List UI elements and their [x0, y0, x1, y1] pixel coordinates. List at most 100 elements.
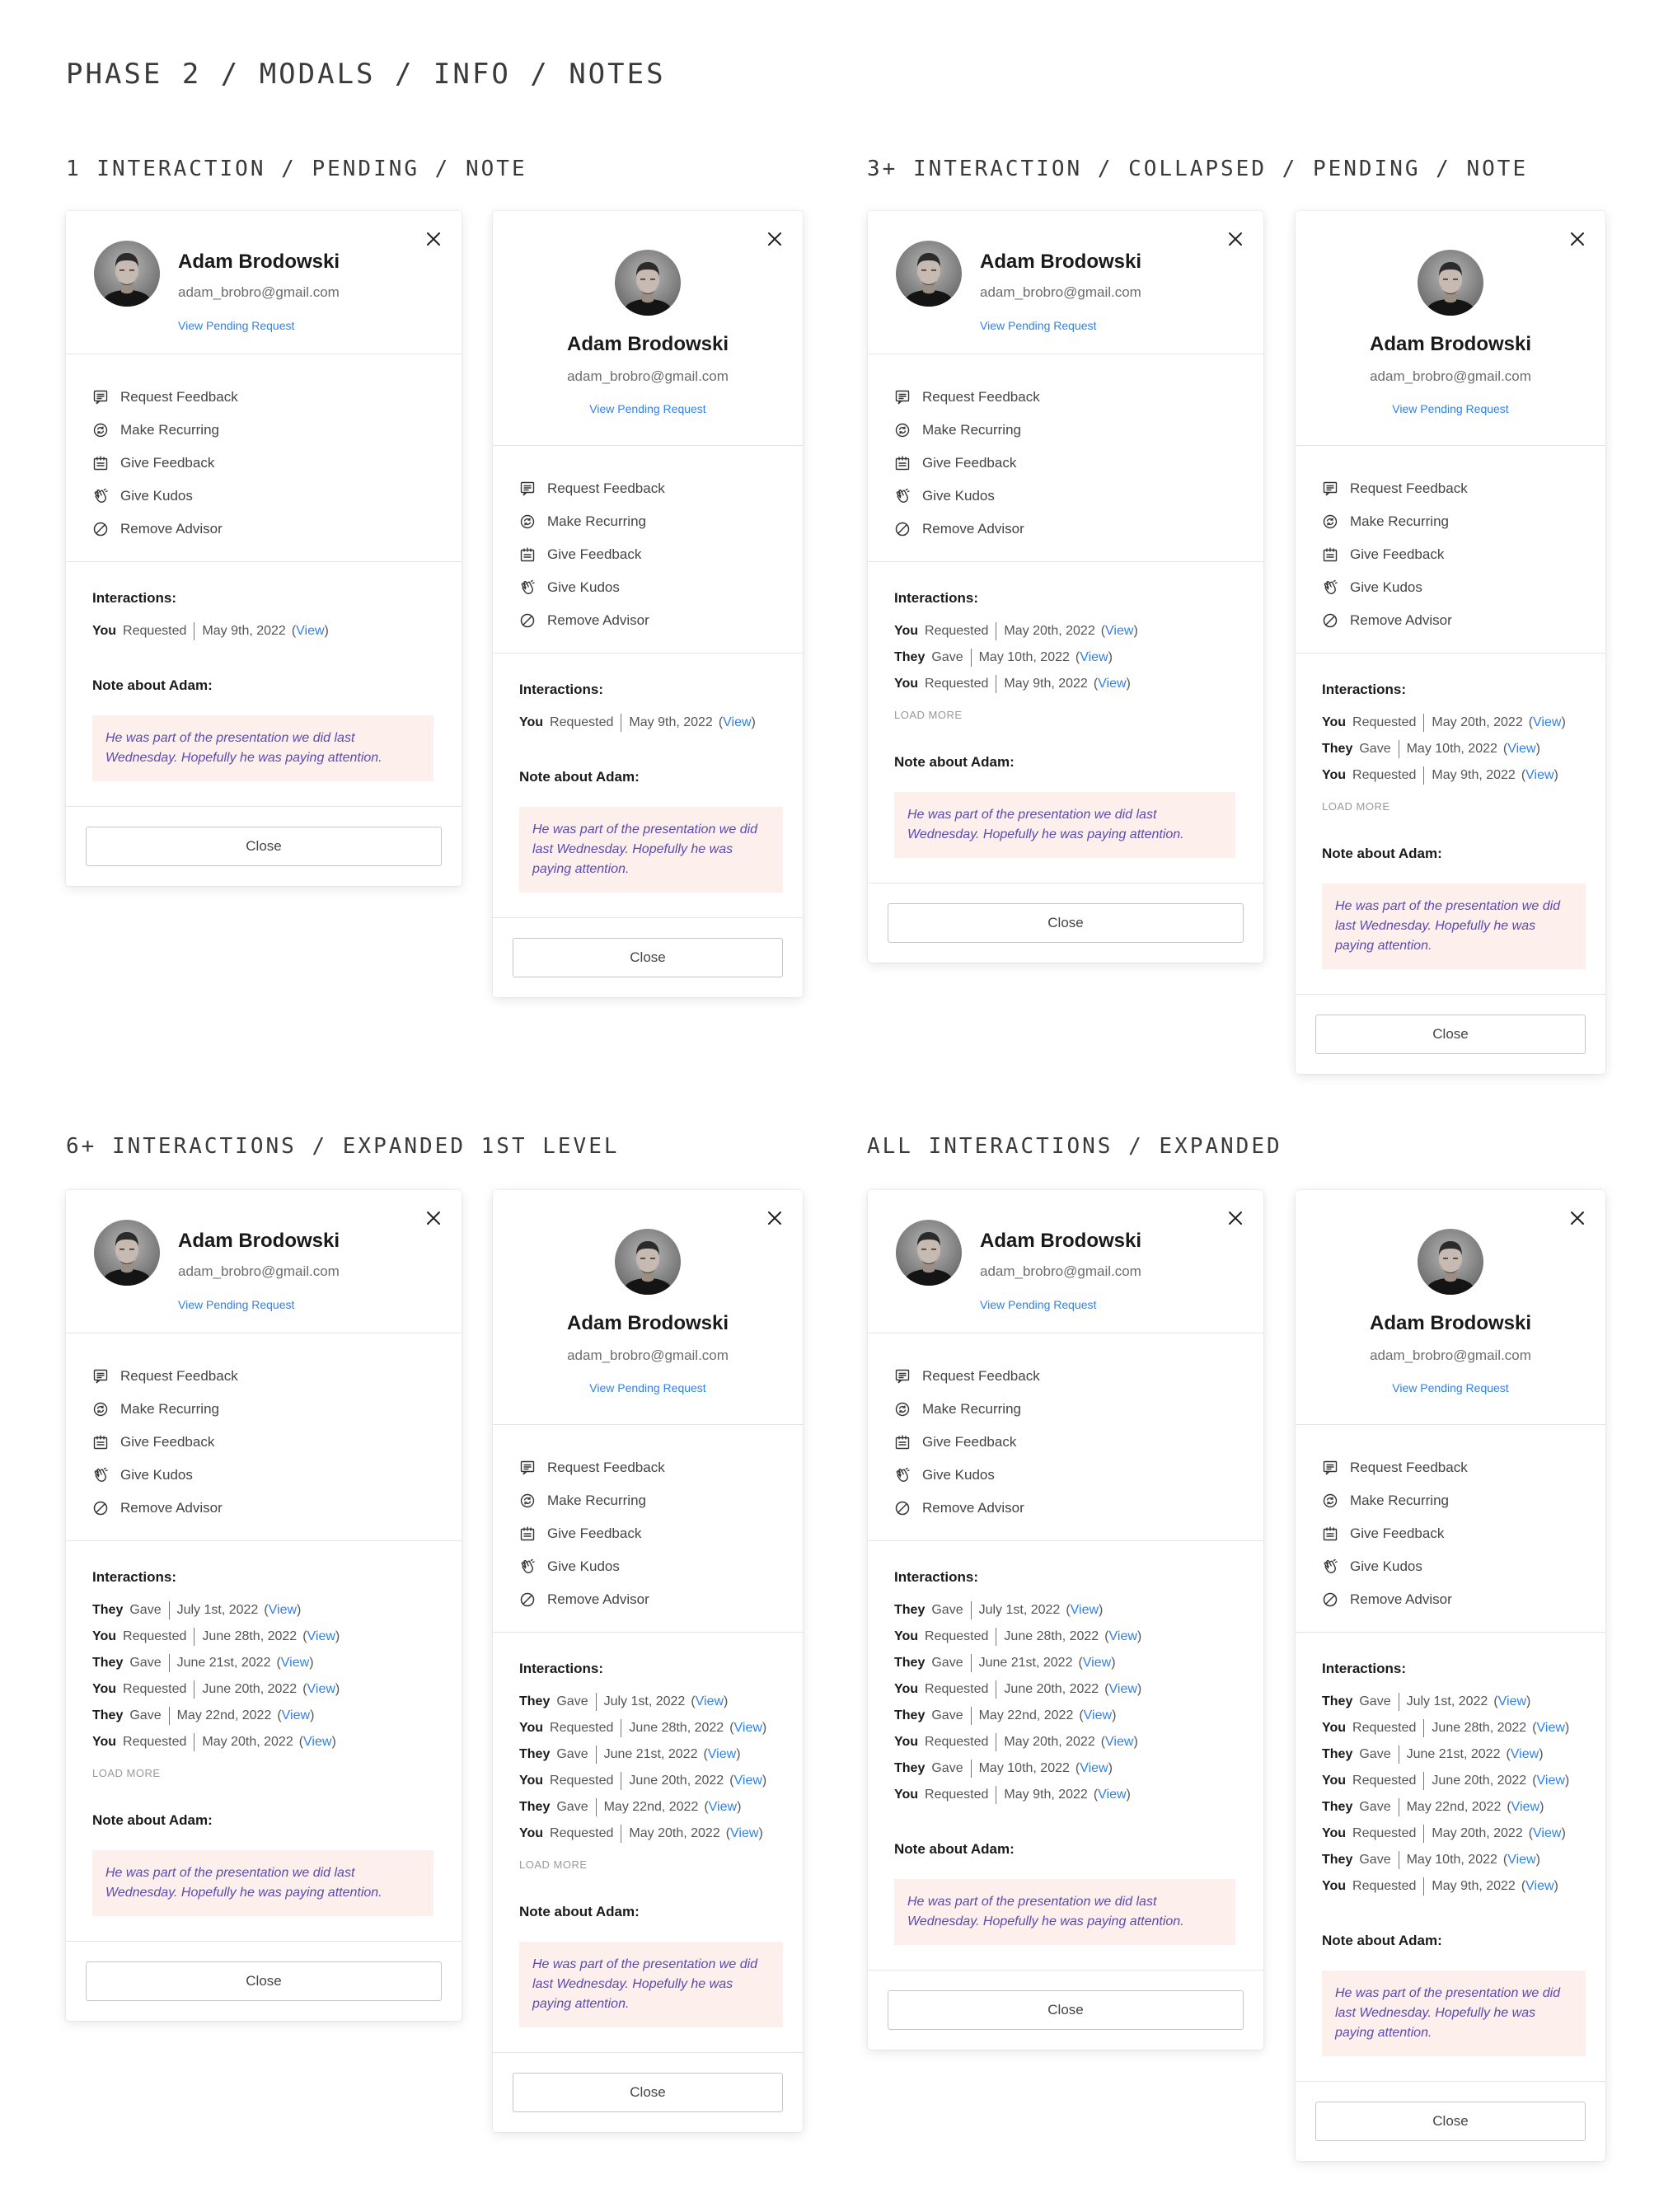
view-interaction-link[interactable]: (View) [264, 1603, 301, 1617]
view-interaction-link[interactable]: (View) [1532, 1721, 1569, 1735]
view-interaction-link[interactable]: (View) [729, 1721, 766, 1735]
action-item[interactable]: Request Feedback [519, 1451, 803, 1484]
action-item[interactable]: Make Recurring [92, 414, 462, 447]
action-item[interactable]: Give Feedback [1322, 538, 1605, 571]
action-item[interactable]: Give Kudos [92, 480, 462, 513]
action-item[interactable]: Give Feedback [894, 447, 1263, 480]
action-item[interactable]: Remove Advisor [92, 1492, 462, 1525]
view-pending-request-link[interactable]: View Pending Request [980, 319, 1141, 332]
action-item[interactable]: Give Kudos [519, 571, 803, 604]
view-interaction-link[interactable]: (View) [1503, 742, 1540, 756]
view-interaction-link[interactable]: (View) [726, 1826, 763, 1840]
action-item[interactable]: Make Recurring [1322, 1484, 1605, 1517]
close-icon[interactable] [765, 1208, 785, 1228]
view-pending-request-link[interactable]: View Pending Request [178, 319, 340, 332]
view-interaction-link[interactable]: (View) [704, 1800, 741, 1814]
action-item[interactable]: Give Kudos [1322, 1550, 1605, 1583]
view-interaction-link[interactable]: (View) [276, 1656, 313, 1670]
action-item[interactable]: Remove Advisor [519, 1583, 803, 1616]
view-interaction-link[interactable]: (View) [299, 1735, 336, 1749]
action-item[interactable]: Remove Advisor [1322, 604, 1605, 637]
view-interaction-link[interactable]: (View) [691, 1694, 728, 1708]
view-interaction-link[interactable]: (View) [729, 1774, 766, 1788]
action-item[interactable]: Request Feedback [92, 1360, 462, 1393]
view-interaction-link[interactable]: (View) [1076, 1761, 1113, 1775]
view-interaction-link[interactable]: (View) [1507, 1800, 1544, 1814]
view-interaction-link[interactable]: (View) [1094, 1788, 1131, 1802]
view-interaction-link[interactable]: (View) [1503, 1853, 1540, 1867]
view-pending-request-link[interactable]: View Pending Request [1296, 402, 1605, 415]
close-icon[interactable] [1568, 1208, 1587, 1228]
action-item[interactable]: Give Feedback [92, 447, 462, 480]
view-interaction-link[interactable]: (View) [1521, 768, 1558, 782]
action-item[interactable]: Make Recurring [519, 1484, 803, 1517]
view-interaction-link[interactable]: (View) [1532, 1774, 1569, 1788]
action-item[interactable]: Remove Advisor [894, 1492, 1263, 1525]
action-item[interactable]: Give Feedback [519, 1517, 803, 1550]
view-interaction-link[interactable]: (View) [1078, 1656, 1115, 1670]
action-item[interactable]: Make Recurring [519, 505, 803, 538]
close-icon[interactable] [1568, 229, 1587, 249]
view-pending-request-link[interactable]: View Pending Request [980, 1298, 1141, 1311]
close-button[interactable]: Close [86, 827, 442, 866]
view-interaction-link[interactable]: (View) [1493, 1694, 1530, 1708]
action-item[interactable]: Give Feedback [1322, 1517, 1605, 1550]
view-interaction-link[interactable]: (View) [1079, 1708, 1116, 1722]
close-button[interactable]: Close [513, 938, 783, 977]
action-item[interactable]: Remove Advisor [1322, 1583, 1605, 1616]
action-item[interactable]: Request Feedback [894, 381, 1263, 414]
action-item[interactable]: Remove Advisor [519, 604, 803, 637]
view-interaction-link[interactable]: (View) [1529, 1826, 1566, 1840]
close-button[interactable]: Close [513, 2073, 783, 2112]
action-item[interactable]: Request Feedback [1322, 472, 1605, 505]
view-interaction-link[interactable]: (View) [277, 1708, 314, 1722]
action-item[interactable]: Give Kudos [519, 1550, 803, 1583]
load-more-link[interactable]: LOAD MORE [519, 1858, 783, 1871]
view-pending-request-link[interactable]: View Pending Request [493, 1381, 803, 1394]
view-interaction-link[interactable]: (View) [302, 1682, 340, 1696]
view-interaction-link[interactable]: (View) [1506, 1747, 1543, 1761]
action-item[interactable]: Make Recurring [894, 414, 1263, 447]
view-pending-request-link[interactable]: View Pending Request [178, 1298, 340, 1311]
close-icon[interactable] [765, 229, 785, 249]
action-item[interactable]: Remove Advisor [894, 513, 1263, 546]
view-interaction-link[interactable]: (View) [1076, 650, 1113, 664]
action-item[interactable]: Request Feedback [92, 381, 462, 414]
close-button[interactable]: Close [1315, 1015, 1586, 1054]
action-item[interactable]: Give Feedback [519, 538, 803, 571]
view-interaction-link[interactable]: (View) [1529, 715, 1566, 729]
view-interaction-link[interactable]: (View) [1094, 677, 1131, 691]
action-item[interactable]: Give Feedback [894, 1426, 1263, 1459]
view-interaction-link[interactable]: (View) [1066, 1603, 1103, 1617]
action-item[interactable]: Request Feedback [519, 472, 803, 505]
action-item[interactable]: Give Kudos [894, 1459, 1263, 1492]
action-item[interactable]: Make Recurring [92, 1393, 462, 1426]
close-button[interactable]: Close [1315, 2102, 1586, 2141]
view-interaction-link[interactable]: (View) [1104, 1629, 1141, 1643]
action-item[interactable]: Give Feedback [92, 1426, 462, 1459]
action-item[interactable]: Request Feedback [894, 1360, 1263, 1393]
close-button[interactable]: Close [86, 1961, 442, 2001]
action-item[interactable]: Give Kudos [92, 1459, 462, 1492]
action-item[interactable]: Remove Advisor [92, 513, 462, 546]
view-interaction-link[interactable]: (View) [1101, 624, 1138, 638]
view-pending-request-link[interactable]: View Pending Request [493, 402, 803, 415]
close-button[interactable]: Close [888, 1990, 1244, 2030]
view-interaction-link[interactable]: (View) [703, 1747, 740, 1761]
load-more-link[interactable]: LOAD MORE [894, 709, 1244, 721]
view-interaction-link[interactable]: (View) [302, 1629, 340, 1643]
load-more-link[interactable]: LOAD MORE [1322, 800, 1586, 813]
close-button[interactable]: Close [888, 903, 1244, 943]
action-item[interactable]: Make Recurring [894, 1393, 1263, 1426]
view-interaction-link[interactable]: (View) [1521, 1879, 1558, 1893]
action-item[interactable]: Give Kudos [894, 480, 1263, 513]
action-item[interactable]: Request Feedback [1322, 1451, 1605, 1484]
action-item[interactable]: Make Recurring [1322, 505, 1605, 538]
view-interaction-link[interactable]: (View) [719, 715, 756, 729]
view-interaction-link[interactable]: (View) [1101, 1735, 1138, 1749]
action-item[interactable]: Give Kudos [1322, 571, 1605, 604]
view-interaction-link[interactable]: (View) [1104, 1682, 1141, 1696]
view-interaction-link[interactable]: (View) [292, 624, 329, 638]
view-pending-request-link[interactable]: View Pending Request [1296, 1381, 1605, 1394]
load-more-link[interactable]: LOAD MORE [92, 1767, 442, 1779]
